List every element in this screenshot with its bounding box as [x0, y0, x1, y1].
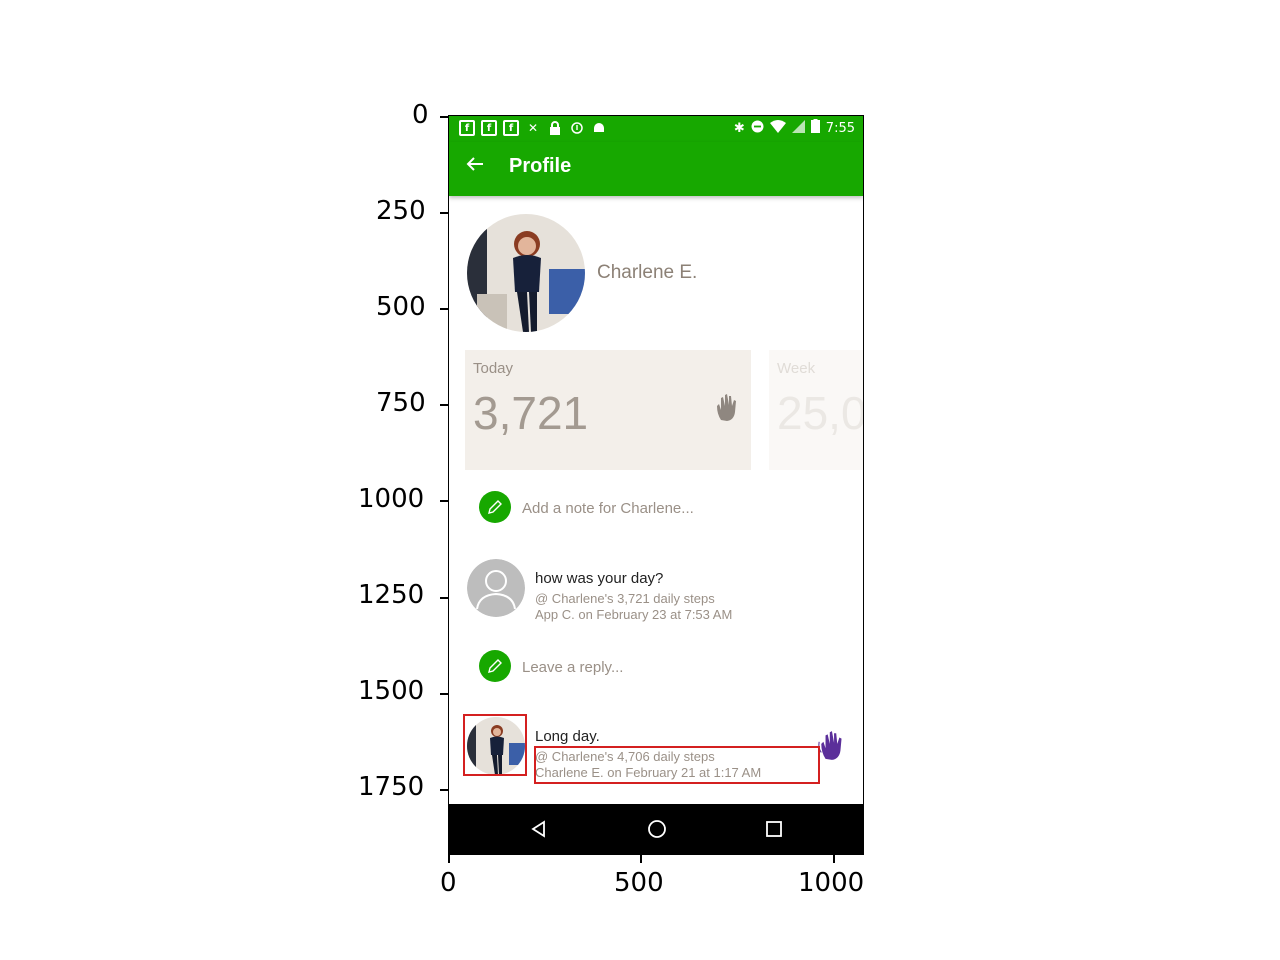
tools-icon: ✕ [527, 121, 539, 135]
facebook-icon: f [459, 120, 475, 136]
message-author-time: App C. on February 23 at 7:53 AM [535, 607, 733, 622]
y-tick [440, 212, 448, 214]
y-tick [440, 404, 448, 406]
y-tick [440, 116, 448, 118]
y-tick [440, 693, 448, 695]
pencil-icon[interactable] [479, 491, 511, 523]
week-steps-card[interactable]: Week 25,0 [769, 350, 864, 470]
facebook-icon: f [481, 120, 497, 136]
info-icon [569, 120, 585, 136]
y-tick-label: 750 [376, 388, 426, 418]
x-tick [833, 855, 835, 863]
recents-nav-icon[interactable] [762, 817, 786, 841]
x-tick-label: 500 [614, 868, 664, 898]
x-tick [448, 855, 450, 863]
y-tick-label: 0 [412, 100, 429, 130]
pencil-icon[interactable] [479, 650, 511, 682]
wifi-icon [769, 119, 786, 137]
y-tick-label: 1250 [358, 580, 425, 610]
y-tick [440, 308, 448, 310]
no-signal-icon [791, 119, 805, 137]
android-icon [591, 120, 607, 136]
x-tick-label: 0 [440, 868, 457, 898]
do-not-disturb-icon [751, 120, 764, 137]
profile-name: Charlene E. [597, 262, 698, 283]
clock: 7:55 [825, 120, 855, 136]
message-title: Long day. [535, 728, 600, 745]
today-steps-value: 3,721 [473, 387, 589, 439]
y-tick-label: 1500 [358, 676, 425, 706]
x-tick [640, 855, 642, 863]
wave-hand-icon[interactable] [817, 729, 847, 760]
y-tick-label: 250 [376, 196, 426, 226]
y-tick [440, 789, 448, 791]
profile-avatar[interactable] [467, 214, 585, 332]
today-label: Today [473, 360, 514, 377]
system-icons: ✱ 7:55 [734, 119, 855, 137]
message-reference: @ Charlene's 3,721 daily steps [535, 591, 715, 606]
y-tick [440, 500, 448, 502]
notification-icons: f f f ✕ [459, 120, 607, 136]
app-bar: Profile [449, 142, 863, 196]
page-title: Profile [509, 155, 572, 177]
battery-icon [810, 119, 820, 137]
bluetooth-icon: ✱ [733, 120, 745, 136]
reply-input[interactable]: Leave a reply... [522, 659, 623, 676]
x-tick-label: 1000 [798, 868, 865, 898]
wave-hand-icon[interactable] [713, 392, 743, 422]
facebook-icon: f [503, 120, 519, 136]
y-tick [440, 597, 448, 599]
home-nav-icon[interactable] [645, 817, 669, 841]
highlight-box-message-meta [534, 746, 820, 784]
user-placeholder-avatar[interactable] [467, 559, 525, 617]
status-bar: f f f ✕ ✱ 7:55 [449, 116, 863, 142]
back-nav-icon[interactable] [527, 817, 551, 841]
y-tick-label: 1750 [358, 772, 425, 802]
back-arrow-icon[interactable] [465, 154, 489, 178]
add-note-input[interactable]: Add a note for Charlene... [522, 500, 694, 517]
navigation-bar [449, 804, 863, 854]
week-steps-value: 25,0 [777, 387, 864, 439]
lock-icon [547, 120, 563, 136]
y-tick-label: 1000 [358, 484, 425, 514]
message-title: how was your day? [535, 570, 664, 587]
highlight-box-avatar [463, 714, 527, 776]
today-steps-card[interactable]: Today 3,721 [465, 350, 751, 470]
y-tick-label: 500 [376, 292, 426, 322]
week-label: Week [777, 360, 816, 377]
